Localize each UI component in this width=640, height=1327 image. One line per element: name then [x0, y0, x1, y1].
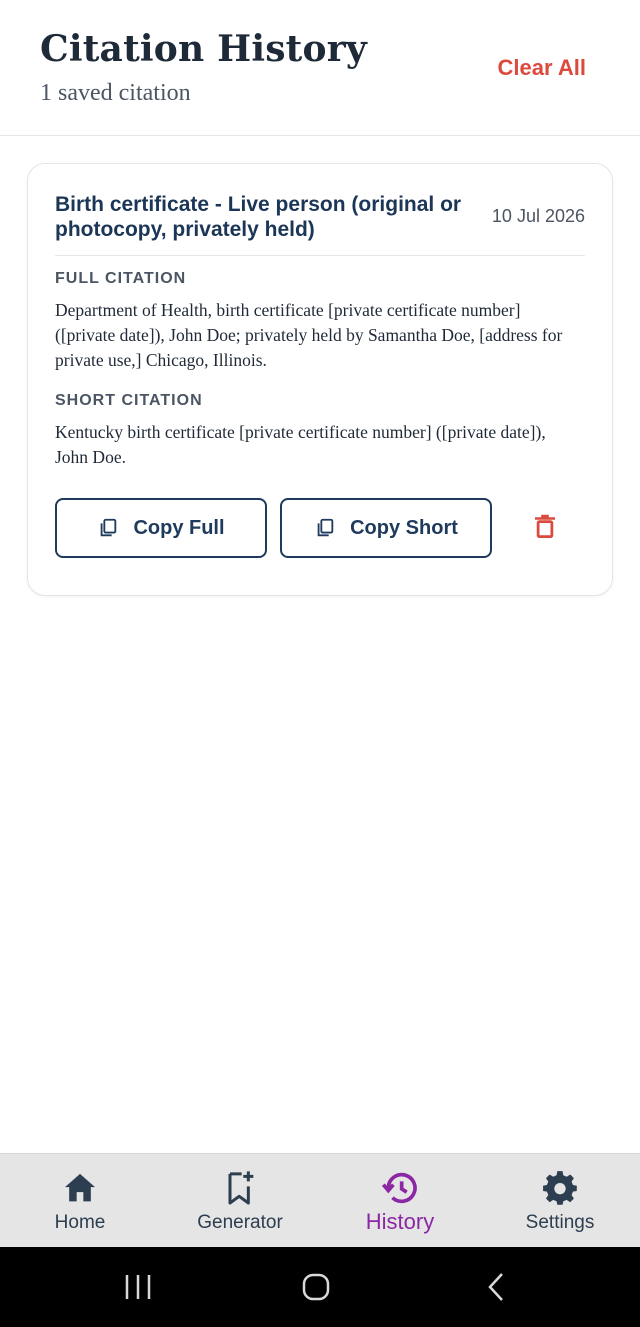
clear-all-button[interactable]: Clear All [498, 55, 586, 81]
trash-icon [530, 511, 560, 546]
page-title: Citation History [40, 28, 367, 70]
citation-card: Birth certificate - Live person (origina… [27, 163, 613, 596]
nav-home[interactable]: Home [0, 1154, 160, 1248]
full-citation-label: FULL CITATION [55, 270, 187, 287]
divider [55, 255, 585, 256]
citation-date: 10 Jul 2026 [491, 206, 585, 226]
copy-short-label: Copy Short [350, 516, 458, 539]
bookmark-add-icon [220, 1168, 260, 1208]
back-icon[interactable] [476, 1267, 516, 1307]
copy-full-button[interactable]: Copy Full [55, 498, 267, 558]
gear-icon [540, 1168, 580, 1208]
nav-settings[interactable]: Settings [480, 1154, 640, 1248]
nav-settings-label: Settings [525, 1212, 595, 1233]
history-icon [380, 1168, 420, 1208]
short-citation-label: SHORT CITATION [55, 392, 203, 409]
copy-icon [314, 517, 336, 539]
nav-history[interactable]: History [320, 1154, 480, 1248]
copy-icon [97, 517, 119, 539]
delete-citation-button[interactable] [528, 511, 562, 545]
saved-count: 1 saved citation [40, 80, 191, 106]
citation-title: Birth certificate - Live person (origina… [55, 193, 462, 241]
bottom-navigation: Home Generator History Settings [0, 1153, 640, 1247]
copy-short-button[interactable]: Copy Short [280, 498, 492, 558]
recent-apps-icon[interactable] [118, 1267, 158, 1307]
short-citation-text: Kentucky birth certificate [private cert… [55, 422, 546, 467]
home-icon [60, 1168, 100, 1208]
nav-history-label: History [365, 1209, 435, 1234]
nav-home-label: Home [54, 1212, 106, 1233]
nav-generator[interactable]: Generator [160, 1154, 320, 1248]
nav-generator-label: Generator [197, 1212, 283, 1233]
header: Citation History 1 saved citation Clear … [0, 0, 640, 136]
full-citation-text: Department of Health, birth certificate … [55, 300, 563, 370]
copy-full-label: Copy Full [133, 516, 225, 539]
home-circle-icon[interactable] [296, 1267, 336, 1307]
system-navigation-bar [0, 1247, 640, 1327]
